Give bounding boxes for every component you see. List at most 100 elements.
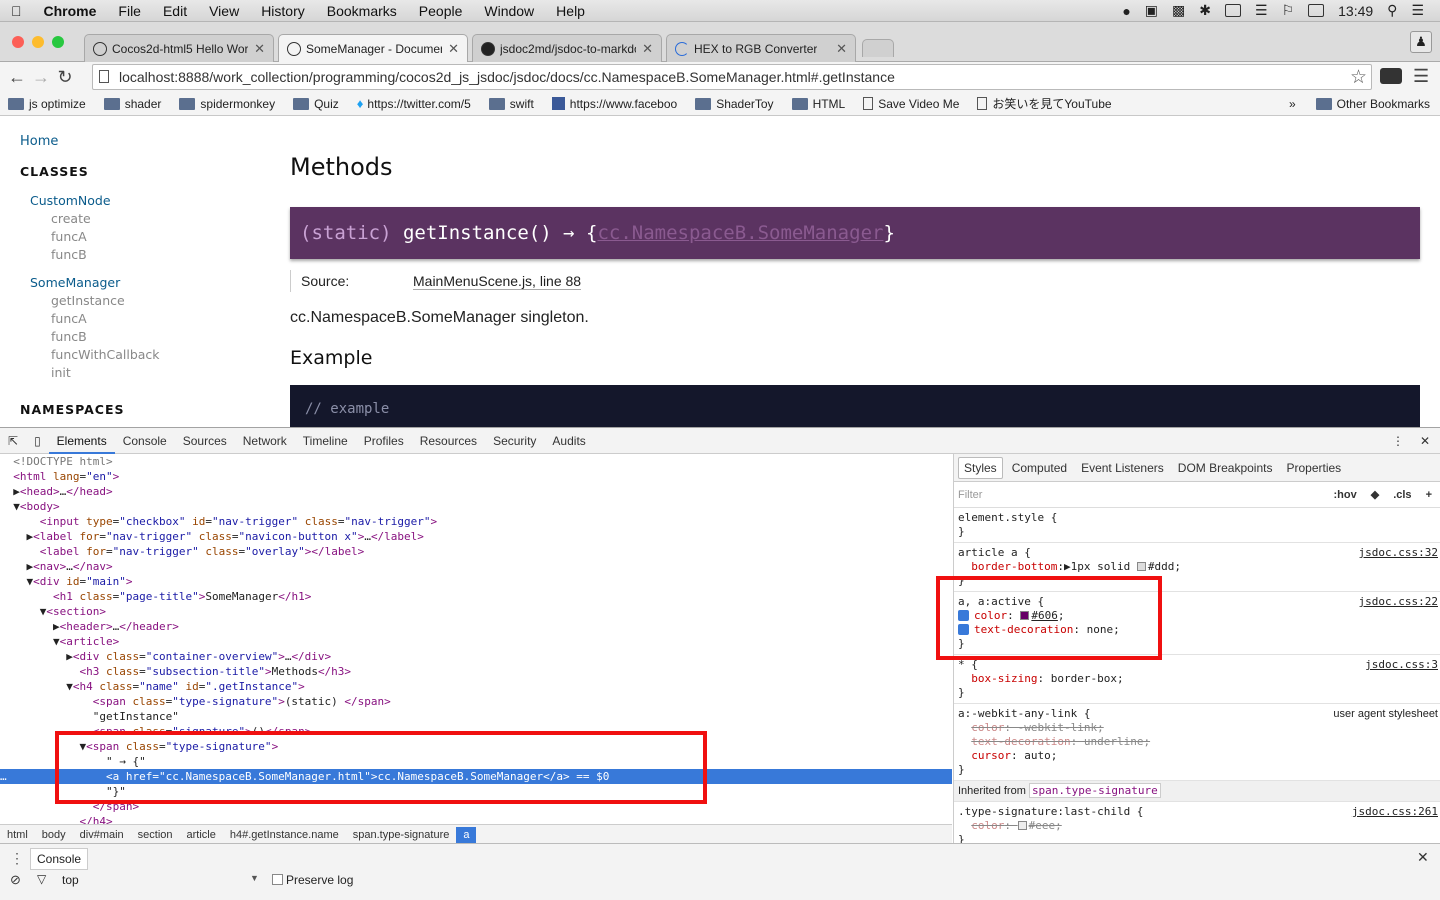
nav-member-funcb[interactable]: funcB [51, 247, 87, 262]
crumb-h4[interactable]: h4#.getInstance.name [223, 829, 346, 841]
tab-close-icon[interactable]: ✕ [442, 41, 459, 57]
devtools-tab-audits[interactable]: Audits [544, 434, 593, 448]
devtools-tab-elements[interactable]: Elements [48, 428, 115, 454]
incognito-icon[interactable] [1380, 68, 1402, 84]
qq-icon[interactable]: ● [1122, 3, 1130, 19]
devtools-tab-resources[interactable]: Resources [412, 434, 485, 448]
page-info-icon[interactable] [99, 70, 109, 83]
bookmark-twitter[interactable]: ♦ https://twitter.com/5 [357, 96, 471, 111]
bookmark-js-optimize[interactable]: js optimize [8, 97, 86, 111]
bookmark-shadertoy[interactable]: ShaderToy [695, 97, 774, 111]
menu-app-name[interactable]: Chrome [33, 3, 108, 19]
rule-source-link[interactable]: jsdoc.css:32 [1359, 546, 1438, 560]
battery-icon[interactable] [1308, 4, 1325, 17]
tab-cocos2d[interactable]: Cocos2d-html5 Hello World ✕ [84, 34, 274, 62]
styles-tab-styles[interactable]: Styles [958, 456, 1003, 479]
bookmark-other[interactable]: Other Bookmarks [1315, 97, 1430, 111]
tab-close-icon[interactable]: ✕ [636, 41, 653, 57]
nav-member-create[interactable]: create [51, 211, 91, 226]
nav-home-link[interactable]: Home [20, 134, 58, 149]
nav-member-funca[interactable]: funcA [51, 311, 87, 326]
address-bar[interactable]: localhost:8888/work_collection/programmi… [92, 64, 1372, 90]
styles-filter-input[interactable]: Filter [958, 489, 982, 501]
forward-icon[interactable]: → [29, 67, 53, 88]
apple-icon[interactable]:  [0, 3, 33, 19]
minimize-window-button[interactable] [32, 36, 44, 48]
dom-node[interactable]: ▶<head>…</head> [0, 484, 952, 499]
nav-member-funca[interactable]: funcA [51, 229, 87, 244]
new-tab-button[interactable] [862, 39, 894, 57]
dom-node[interactable]: <span class="type-signature">(static) </… [0, 694, 952, 709]
devtools-tab-console[interactable]: Console [115, 434, 175, 448]
dom-node[interactable]: ▶<header>…</header> [0, 619, 952, 634]
context-dropdown-icon[interactable]: ▼ [250, 873, 259, 883]
cast-icon[interactable]: ▩ [1172, 2, 1185, 19]
chrome-menu-icon[interactable]: ☰ [1413, 66, 1429, 87]
nav-class-somemanager[interactable]: SomeManager [30, 275, 120, 290]
menu-people[interactable]: People [408, 3, 474, 19]
dom-node[interactable]: <!DOCTYPE html> [0, 454, 952, 469]
bookmarks-overflow-button[interactable]: » [1289, 97, 1296, 111]
dom-node[interactable]: ▶<div class="container-overview">…</div> [0, 649, 952, 664]
devtools-tab-timeline[interactable]: Timeline [295, 434, 356, 448]
menu-history[interactable]: History [250, 3, 316, 19]
clear-console-icon[interactable]: ⊘ [10, 872, 21, 888]
dom-node[interactable]: <html lang="en"> [0, 469, 952, 484]
zoom-window-button[interactable] [52, 36, 64, 48]
drawer-close-icon[interactable]: ✕ [1417, 849, 1429, 866]
rule-source-link[interactable]: jsdoc.css:22 [1359, 595, 1438, 609]
devtools-tab-profiles[interactable]: Profiles [356, 434, 412, 448]
dom-node[interactable]: ▼<div id="main"> [0, 574, 952, 589]
console-drawer-tab[interactable]: Console [30, 848, 89, 870]
dom-node[interactable]: <h1 class="page-title">SomeManager</h1> [0, 589, 952, 604]
bookmark-save-video[interactable]: Save Video Me [863, 97, 959, 111]
devtools-tab-security[interactable]: Security [485, 434, 544, 448]
reload-icon[interactable]: ↻ [53, 67, 77, 88]
dom-node[interactable]: ▶<nav>…</nav> [0, 559, 952, 574]
source-link[interactable]: MainMenuScene.js, line 88 [413, 273, 582, 290]
tab-hex-rgb[interactable]: HEX to RGB Converter ✕ [666, 34, 856, 62]
nav-member-init[interactable]: init [51, 365, 71, 380]
wifi-icon[interactable]: ☰ [1255, 2, 1268, 19]
crumb-span[interactable]: span.type-signature [346, 829, 457, 841]
rule-source-link[interactable]: jsdoc.css:3 [1365, 658, 1438, 672]
filter-icon[interactable]: ▽ [37, 872, 46, 886]
dom-node[interactable]: ▼<body> [0, 499, 952, 514]
bookmark-shader[interactable]: shader [103, 97, 161, 111]
context-select[interactable]: top [62, 873, 79, 887]
style-rule-type-signature[interactable]: .type-signature:last-child {jsdoc.css:26… [954, 802, 1440, 844]
flag-icon[interactable]: ⚐ [1282, 2, 1295, 19]
device-mode-icon[interactable]: ▯ [26, 434, 49, 448]
dom-node[interactable]: ▼<h4 class="name" id=".getInstance"> [0, 679, 952, 694]
style-rule-universal[interactable]: * {jsdoc.css:3 box-sizing: border-box;} [954, 655, 1440, 704]
crumb-div-main[interactable]: div#main [73, 829, 131, 841]
profile-icon[interactable]: ♟ [1410, 31, 1432, 53]
bluetooth-icon[interactable]: ✱ [1199, 2, 1211, 19]
bookmark-quiz[interactable]: Quiz [293, 97, 339, 111]
menu-view[interactable]: View [198, 3, 250, 19]
styles-tab-dom-breakpoints[interactable]: DOM Breakpoints [1173, 458, 1278, 478]
bookmark-spidermonkey[interactable]: spidermonkey [179, 97, 275, 111]
menu-help[interactable]: Help [545, 3, 596, 19]
menu-file[interactable]: File [107, 3, 152, 19]
devtools-menu-icon[interactable]: ⋮ [1384, 434, 1412, 448]
devtools-close-icon[interactable]: ✕ [1412, 434, 1440, 448]
preserve-log-checkbox[interactable] [272, 874, 283, 885]
signature-return-type-link[interactable]: cc.NamespaceB.SomeManager [597, 222, 883, 244]
spotlight-search-icon[interactable]: ⚲ [1387, 2, 1397, 19]
nav-class-customnode[interactable]: CustomNode [30, 193, 111, 208]
styles-tab-computed[interactable]: Computed [1007, 458, 1072, 478]
tab-somemanager[interactable]: SomeManager - Documentation ✕ [278, 34, 468, 63]
style-rule-element[interactable]: element.style {} [954, 508, 1440, 543]
dom-node[interactable]: <h3 class="subsection-title">Methods</h3… [0, 664, 952, 679]
new-rule-icon[interactable]: + [1426, 489, 1432, 501]
devtools-tab-sources[interactable]: Sources [175, 434, 235, 448]
rule-source-link[interactable]: jsdoc.css:261 [1352, 805, 1438, 819]
dom-node[interactable]: "getInstance" [0, 709, 952, 724]
menu-bookmarks[interactable]: Bookmarks [316, 3, 408, 19]
devtools-tab-network[interactable]: Network [235, 434, 295, 448]
bookmark-html[interactable]: HTML [791, 97, 845, 111]
crumb-section[interactable]: section [131, 829, 180, 841]
keyboard-icon[interactable] [1225, 4, 1241, 17]
styles-tab-event-listeners[interactable]: Event Listeners [1076, 458, 1169, 478]
